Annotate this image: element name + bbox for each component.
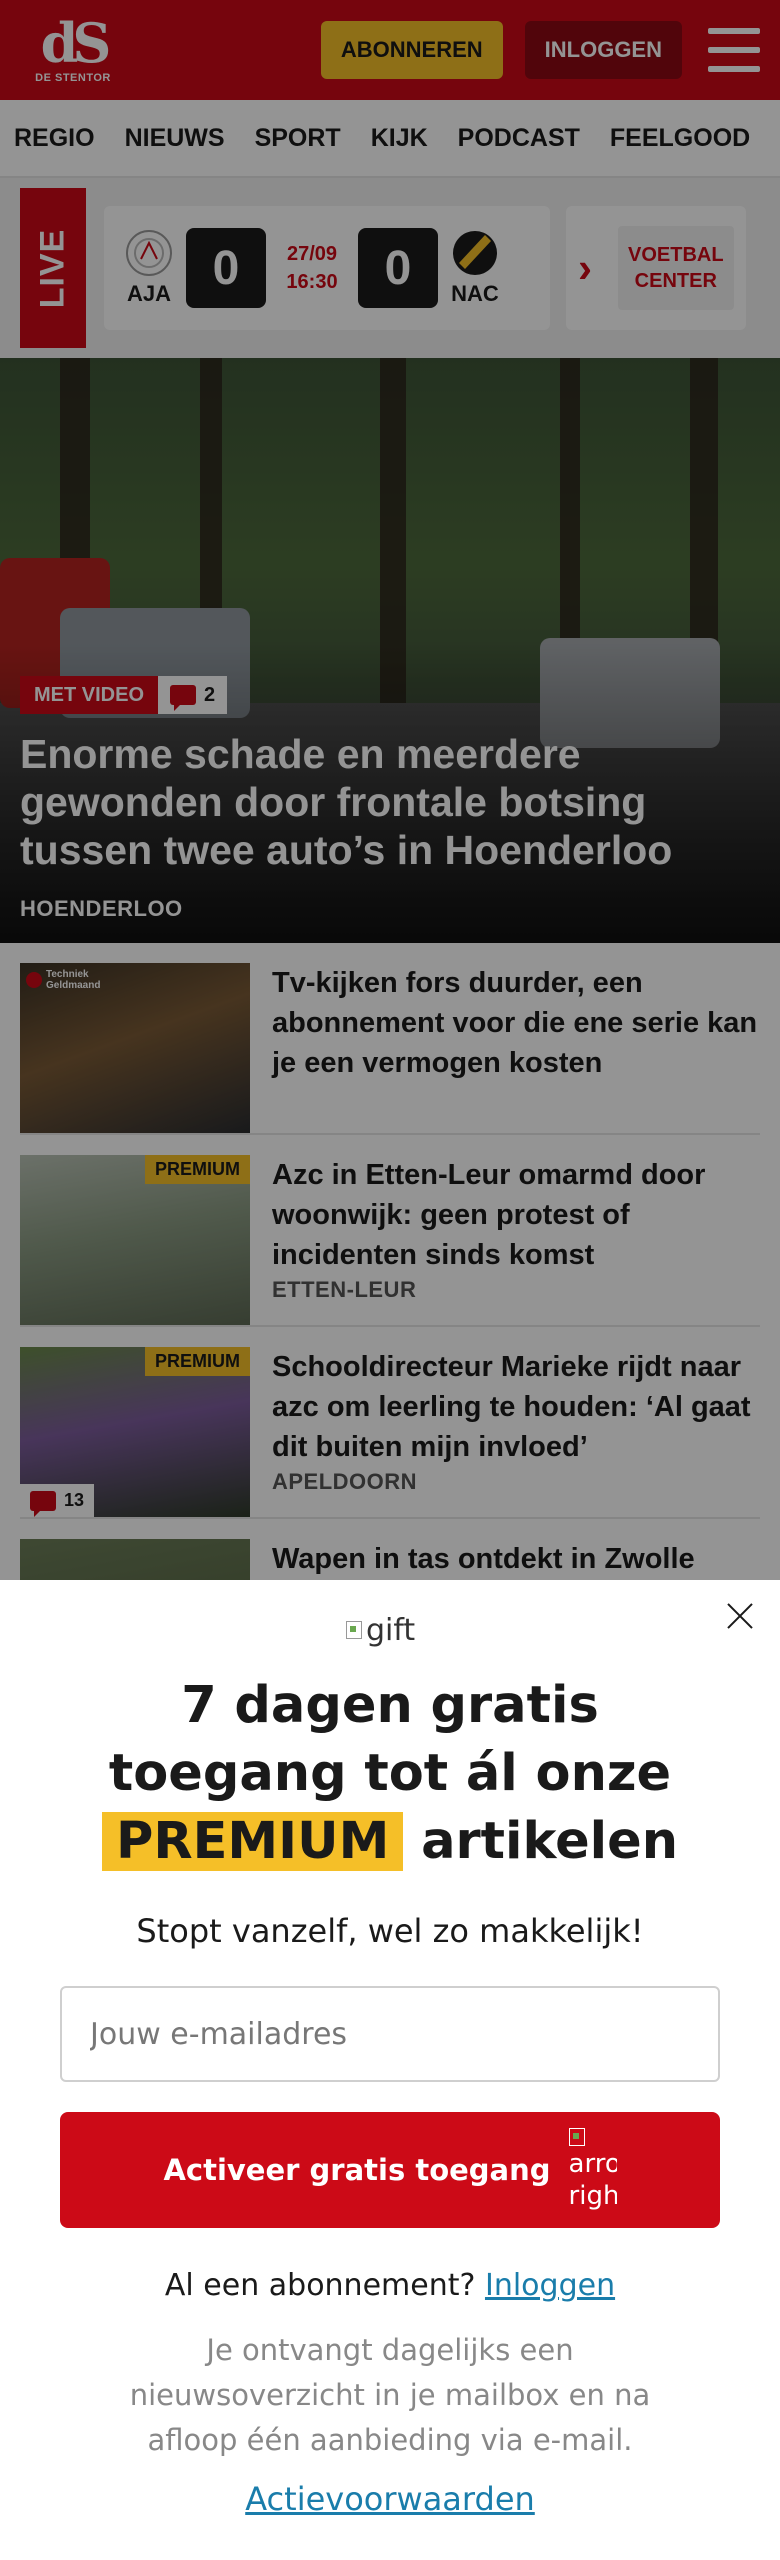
- arrow-right-icon: arro righ: [568, 2121, 617, 2219]
- page-background: dS DE STENTOR ABONNEREN INLOGGEN REGIO N…: [0, 0, 780, 1580]
- terms-link[interactable]: Actievoorwaarden: [0, 2480, 780, 2518]
- activate-trial-label: Activeer gratis toegang: [163, 2153, 551, 2187]
- modal-subtitle: Stopt vanzelf, wel zo makkelijk!: [136, 1912, 644, 1950]
- trial-signup-modal: gift 7 dagen gratis toegang tot ál onze …: [0, 1580, 780, 2560]
- newsletter-info: Je ontvangt dagelijks een nieuwsoverzich…: [129, 2333, 651, 2457]
- activate-trial-button[interactable]: Activeer gratis toegang arro righ: [60, 2112, 720, 2228]
- close-icon[interactable]: [726, 1602, 754, 1630]
- login-prompt: Al een abonnement? Inloggen: [164, 2268, 616, 2303]
- premium-highlight: PREMIUM: [101, 1812, 404, 1871]
- modal-backdrop[interactable]: [0, 0, 780, 1580]
- modal-headline: 7 dagen gratis toegang tot ál onze PREMI…: [0, 1672, 780, 1876]
- gift-icon: gift: [346, 1610, 446, 1650]
- email-field[interactable]: [60, 1986, 720, 2082]
- login-link[interactable]: Inloggen: [485, 2268, 615, 2303]
